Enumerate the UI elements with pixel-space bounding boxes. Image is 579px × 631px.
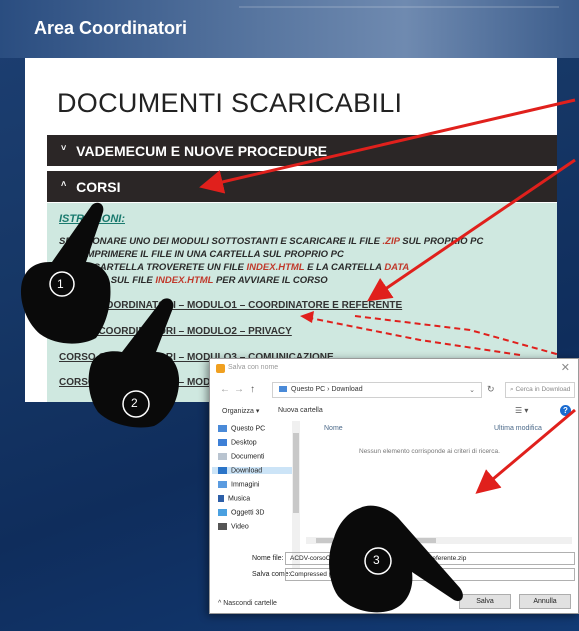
sidebar-item-label: Documenti — [231, 453, 265, 461]
save-as-dialog: Salva con nome ✕ ← → ↑ Questo PC › Downl… — [209, 358, 579, 614]
filename-row: Nome file: ACDV-corsoCoordinatori-modulo… — [210, 551, 578, 567]
page-title: DOCUMENTI SCARICABILI — [57, 88, 403, 118]
forward-arrow-icon[interactable]: → — [234, 384, 244, 395]
chevron-down-icon: ˅ — [61, 143, 67, 153]
organize-menu[interactable]: Organizza ▾ — [222, 407, 259, 415]
documents-icon — [218, 453, 227, 460]
column-header-name[interactable]: Nome — [324, 425, 343, 432]
title-strip: Area Coordinatori — [0, 0, 579, 58]
desktop-icon — [218, 439, 227, 446]
hide-folders-toggle[interactable]: ^ Nascondi cartelle — [218, 600, 277, 607]
instruction-highlight: DATA — [384, 262, 410, 273]
section-label: VADEMECUM E NUOVE PROCEDURE — [76, 143, 328, 159]
sidebar-item-musica[interactable]: Musica — [218, 495, 250, 502]
sidebar-item-questo-pc[interactable]: Questo PC — [218, 425, 265, 432]
sidebar-item-label: Musica — [228, 495, 251, 503]
sidebar-item-label: Download — [231, 467, 263, 475]
instruction-line: DECOMPRIMERE IL FILE IN UNA CARTELLA SUL… — [59, 249, 344, 260]
instruction-highlight: .ZIP — [382, 236, 400, 247]
instruction-text: E LA CARTELLA — [304, 262, 385, 273]
address-path: Questo PC › Download — [291, 386, 363, 393]
step-number: 2 — [131, 396, 138, 410]
step-number: 1 — [57, 277, 64, 291]
dialog-title: Salva con nome — [228, 364, 279, 371]
view-options-icon[interactable]: ☰ ▾ — [515, 406, 528, 415]
step-number: 3 — [373, 553, 380, 567]
instruction-text: CLICCARE SUL FILE — [59, 275, 156, 286]
instruction-text: NELLA CARTELLA TROVERETE UN FILE — [59, 262, 247, 273]
instruction-line: CLICCARE SUL FILE INDEX.HTML PER AVVIARE… — [59, 274, 545, 287]
sidebar-item-video[interactable]: Video — [218, 523, 249, 530]
section-label: CORSI — [76, 179, 121, 195]
back-arrow-icon[interactable]: ← — [220, 384, 230, 395]
sidebar-item-label: Questo PC — [231, 425, 266, 433]
column-header-modified[interactable]: Ultima modifica — [494, 425, 542, 432]
download-page: DOCUMENTI SCARICABILI ˅ VADEMECUM E NUOV… — [25, 58, 557, 402]
header-pattern — [239, 6, 559, 50]
save-button[interactable]: Salva — [459, 594, 511, 609]
chevron-up-icon: ˄ — [61, 179, 67, 189]
dialog-navbar: ← → ↑ Questo PC › Download ⌄ ↻ ⌕ Cerca i… — [210, 379, 578, 401]
new-folder-button[interactable]: Nuova cartella — [278, 407, 323, 414]
dialog-titlebar: Salva con nome ✕ — [210, 359, 578, 379]
up-arrow-icon[interactable]: ↑ — [250, 384, 255, 395]
sidebar-item-desktop[interactable]: Desktop — [218, 439, 257, 446]
horizontal-scrollbar[interactable] — [306, 537, 572, 544]
scrollbar-thumb[interactable] — [293, 433, 299, 513]
dialog-toolbar: Organizza ▾ Nuova cartella ☰ ▾ ? — [210, 401, 578, 421]
filename-label: Nome file: — [252, 555, 284, 562]
instruction-text: SUL PROPRIO PC — [399, 236, 484, 247]
download-icon — [218, 467, 227, 474]
3d-objects-icon — [218, 509, 227, 516]
navigation-pane: Questo PC Desktop Documenti Download Imm… — [210, 421, 300, 569]
filename-field[interactable]: ACDV-corsoCoordinatori-modulo1-coordinat… — [285, 552, 575, 565]
savetype-select[interactable]: Compressed (zipped) Folder — [285, 568, 575, 581]
help-icon[interactable]: ? — [560, 405, 571, 416]
course-link-modulo1[interactable]: CORSO COORDINATORI – MODULO1 – COORDINAT… — [59, 300, 402, 311]
instruction-highlight: INDEX.HTML — [246, 262, 305, 273]
sidebar-item-label: Oggetti 3D — [231, 509, 265, 517]
instruction-text: SELEZIONARE UNO DEI MODULI SOTTOSTANTI E… — [59, 236, 383, 247]
app-icon — [216, 364, 225, 373]
empty-message: Nessun elemento corrisponde ai criteri d… — [359, 448, 500, 455]
instruction-line: SELEZIONARE UNO DEI MODULI SOTTOSTANTI E… — [59, 235, 545, 248]
section-corsi[interactable]: ˄ CORSI — [47, 171, 557, 202]
sidebar-item-immagini[interactable]: Immagini — [218, 481, 259, 488]
sidebar-item-download[interactable]: Download — [212, 467, 292, 475]
sidebar-item-label: Video — [231, 523, 249, 531]
cancel-button[interactable]: Annulla — [519, 594, 571, 609]
refresh-icon[interactable]: ↻ — [487, 384, 495, 395]
sidebar-item-oggetti-3d[interactable]: Oggetti 3D — [218, 509, 264, 516]
sidebar-scrollbar[interactable] — [292, 421, 300, 569]
pc-icon — [279, 386, 287, 393]
search-input[interactable]: ⌕ Cerca in Download — [505, 382, 575, 398]
pictures-icon — [218, 481, 227, 488]
scrollbar-thumb[interactable] — [316, 538, 436, 543]
sidebar-item-label: Desktop — [231, 439, 257, 447]
close-icon[interactable]: ✕ — [561, 361, 570, 374]
chevron-down-icon[interactable]: ⌄ — [469, 386, 475, 394]
instruction-text: PER AVVIARE IL CORSO — [213, 275, 328, 286]
savetype-row: Salva come: Compressed (zipped) Folder — [210, 567, 578, 583]
sidebar-item-documenti[interactable]: Documenti — [218, 453, 264, 460]
section-vademecum[interactable]: ˅ VADEMECUM E NUOVE PROCEDURE — [47, 135, 557, 166]
search-placeholder: Cerca in Download — [515, 386, 571, 393]
sidebar-item-label: Immagini — [231, 481, 260, 489]
pc-icon — [218, 425, 227, 432]
music-icon — [218, 495, 224, 502]
course-link-modulo2[interactable]: CORSO COORDINATORI – MODULO2 – PRIVACY — [59, 326, 292, 337]
file-list: Nome Ultima modifica Nessun elemento cor… — [304, 421, 579, 569]
area-title: Area Coordinatori — [34, 18, 188, 38]
instructions-title: ISTRUZIONI: — [59, 213, 125, 225]
instruction-highlight: INDEX.HTML — [155, 275, 214, 286]
video-icon — [218, 523, 227, 530]
address-bar[interactable]: Questo PC › Download ⌄ — [272, 382, 482, 398]
instruction-line: NELLA CARTELLA TROVERETE UN FILE INDEX.H… — [59, 261, 545, 274]
